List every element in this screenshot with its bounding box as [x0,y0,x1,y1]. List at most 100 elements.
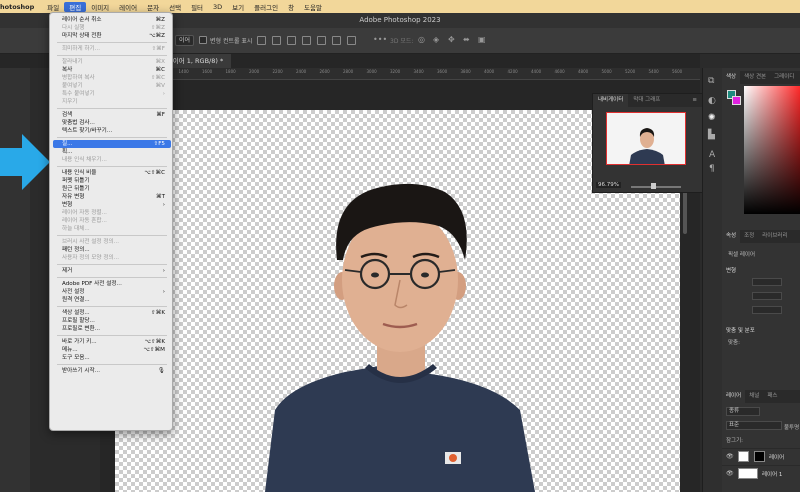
menu-plugins[interactable]: 플러그인 [249,2,283,12]
visibility-eye-icon[interactable]: 👁 [726,470,734,477]
color-picker-field[interactable] [744,86,800,214]
edit-menu-item[interactable]: 내용 인식 비율 ⌥⇧⌘C [53,169,171,177]
menu-select[interactable]: 선택 [164,2,186,12]
tab-channels[interactable]: 채널 [745,390,763,403]
edit-menu-item[interactable]: 변형 › [53,201,171,209]
history-icon[interactable]: ⧉ [708,76,714,86]
align-bottom-icon[interactable] [332,36,341,45]
menu-3d[interactable]: 3D [208,3,227,11]
edit-menu-item[interactable]: 텍스트 찾기/바꾸기... [53,127,171,135]
menu-item-shortcut: 🎙 [157,368,165,374]
menu-file[interactable]: 파일 [42,2,64,12]
tab-navigator[interactable]: 내비게이터 [593,94,629,107]
show-transform-checkbox[interactable] [199,36,207,44]
align-top-icon[interactable] [302,36,311,45]
layer-row[interactable]: 👁 레이어 1 [722,465,800,481]
menu-edit[interactable]: 편집 [64,1,87,12]
tab-properties[interactable]: 속성 [722,230,741,243]
edit-menu-item[interactable]: 원근 뒤틀기 [53,185,171,193]
edit-menu-item[interactable]: 검색 ⌘F [53,111,171,119]
app-name[interactable]: hotoshop [0,3,42,11]
tab-layers[interactable]: 레이어 [722,390,746,403]
edit-menu-item[interactable]: 바로 가기 키... ⌥⇧⌘K [53,338,171,346]
paragraph-icon[interactable]: ¶ [709,164,715,174]
blend-mode-combo[interactable]: 표준 [726,421,782,430]
menu-image[interactable]: 이미지 [86,2,114,12]
edit-menu-item[interactable]: 원격 연결... [53,296,171,304]
tab-libraries[interactable]: 라이브러리 [758,230,791,243]
zoom-slider[interactable] [631,186,681,188]
3d-pan-icon[interactable]: ✥ [448,35,455,44]
menu-item-label: 복사 [62,67,73,73]
distribute-icon[interactable] [347,36,356,45]
edit-menu-item[interactable]: 패턴 정의... [53,246,171,254]
menu-window[interactable]: 창 [283,2,299,12]
background-color-swatch[interactable] [732,96,741,105]
edit-menu-item[interactable]: 마지막 상태 전환 ⌥⌘Z [53,32,171,40]
edit-menu-item[interactable]: 메뉴... ⌥⇧⌘M [53,346,171,354]
layer-name[interactable]: 레이어 [769,453,784,461]
align-middle-icon[interactable] [317,36,326,45]
angle-field[interactable] [752,306,782,314]
panel-menu-icon[interactable]: ≡ [687,94,702,107]
edit-menu-item[interactable]: 도구 모음... [53,354,171,362]
3d-roll-icon[interactable]: ◈ [433,35,439,44]
edit-menu-item[interactable]: 맞춤법 검사... [53,119,171,127]
navigator-zoom-value[interactable]: 96.79% [596,182,621,188]
tab-histogram[interactable]: 막대 그래프 [628,94,665,107]
align-section-label[interactable]: 맞춤 및 분포 [726,326,755,334]
menu-item-label: 자유 변형 [62,194,85,200]
edit-menu-item[interactable]: 칠... ⇧F5 [53,140,171,148]
menu-help[interactable]: 도움말 [299,2,327,12]
tab-gradients[interactable]: 그레이디 [770,71,798,84]
tab-paths[interactable]: 패스 [763,390,781,403]
edit-menu-item[interactable]: 받아쓰기 시작... 🎙 [53,367,171,375]
menu-filter[interactable]: 필터 [186,2,208,12]
menu-item-label: 사전 설정 [62,289,85,295]
edit-menu-item[interactable]: 퍼펫 뒤틀기 [53,177,171,185]
tab-color[interactable]: 색상 [722,71,741,84]
zoom-slider-handle[interactable] [651,183,656,189]
3d-rotate-icon[interactable]: ◎ [418,35,425,44]
brush-settings-icon[interactable]: ◐ [708,96,716,106]
edit-menu-item[interactable]: 획... [53,148,171,156]
menu-item-label: 도구 모음... [62,355,90,361]
width-field[interactable] [752,278,782,286]
menu-item-shortcut: › [162,289,165,295]
transform-section-label[interactable]: 변형 [726,266,736,274]
character-icon[interactable]: A [709,150,715,160]
menu-item-label: 붙여넣기 [62,83,83,89]
menu-view[interactable]: 보기 [227,2,249,12]
edit-menu-item[interactable]: 레이어 순서 취소 ⌘Z [53,16,171,24]
edit-menu-item[interactable]: 프로필로 변환... [53,325,171,333]
tab-adjustments[interactable]: 조정 [740,230,758,243]
align-right-icon[interactable] [287,36,296,45]
menu-item-shortcut: › [162,202,165,208]
adjustments-icon[interactable]: ✺ [708,113,716,123]
more-options-icon[interactable]: ••• [373,35,387,44]
3d-slide-icon[interactable]: ⬌ [463,35,470,44]
histogram-icon[interactable]: ▙ [708,130,715,140]
layer-name[interactable]: 레이어 1 [762,470,782,478]
layer-row[interactable]: 👁 레이어 [722,448,800,464]
align-center-icon[interactable] [272,36,281,45]
edit-menu-item[interactable]: 복사 ⌘C [53,66,171,74]
edit-menu-item[interactable]: 자유 변형 ⌘T [53,193,171,201]
tab-swatches[interactable]: 색상 견본 [740,71,770,84]
3d-scale-icon[interactable]: ▣ [478,35,486,44]
edit-menu-item[interactable]: 프로필 할당... [53,317,171,325]
align-left-icon[interactable] [257,36,266,45]
menu-item-label: 사용자 정의 모양 정의... [62,255,119,261]
visibility-eye-icon[interactable]: 👁 [726,453,734,460]
navigator-thumbnail[interactable] [606,112,686,165]
edit-menu-item[interactable]: 제거 › [53,267,171,275]
menu-layer[interactable]: 레이어 [114,2,142,12]
height-field[interactable] [752,292,782,300]
auto-select-combo[interactable]: 이어 [175,35,195,46]
edit-menu-item[interactable]: 사전 설정 › [53,288,171,296]
layer-filter-combo[interactable]: 종류 [726,407,760,416]
layer-mask-thumbnail[interactable] [754,451,765,462]
edit-menu-item[interactable]: Adobe PDF 사전 설정... [53,280,171,288]
edit-menu-item[interactable]: 색상 설정... ⇧⌘K [53,309,171,317]
menu-type[interactable]: 문자 [142,2,164,12]
